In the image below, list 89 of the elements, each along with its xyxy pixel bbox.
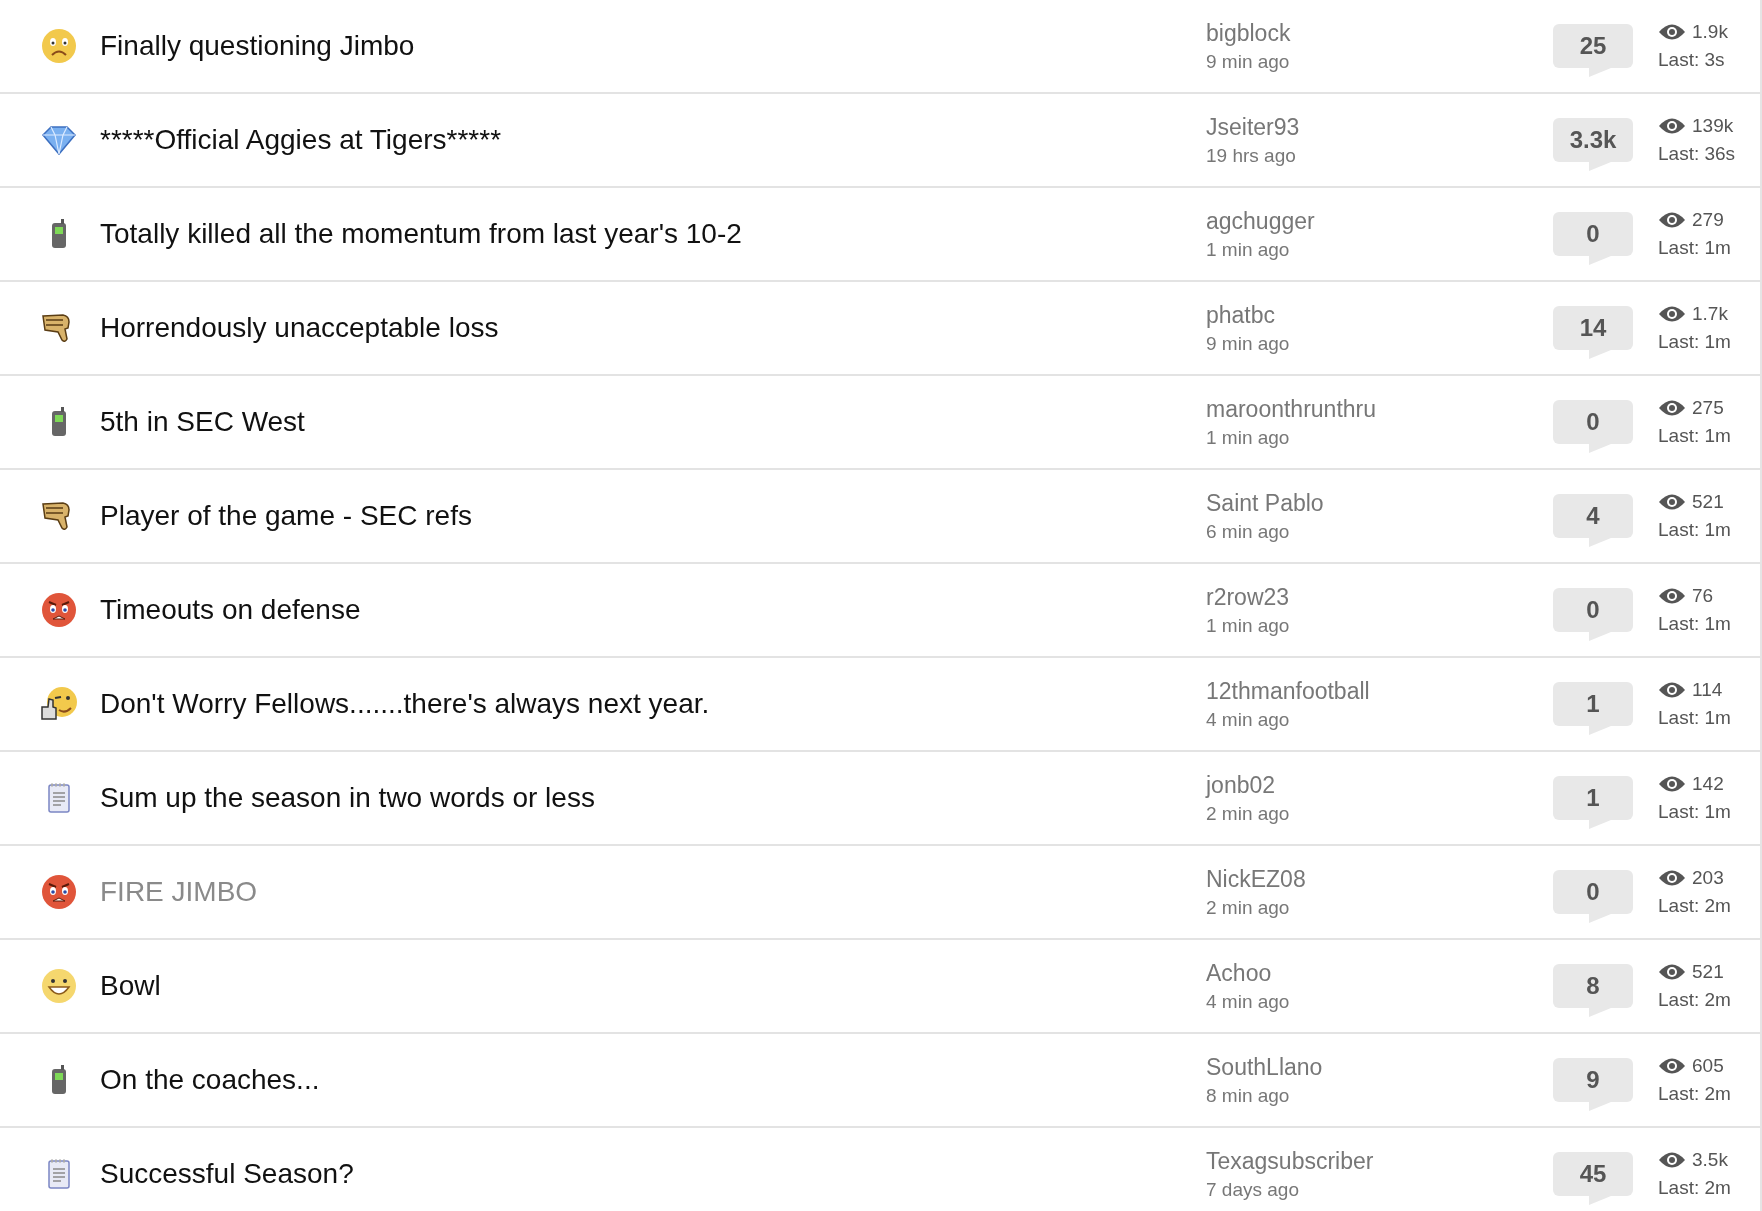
thread-title-link[interactable]: Successful Season? [100,1158,354,1189]
view-count: 1.7k [1692,301,1728,326]
view-count: 76 [1692,583,1714,608]
author-link[interactable]: maroonthrunthru [1206,394,1546,424]
smiling-face-icon [40,967,78,1005]
eye-icon [1658,774,1686,793]
thread-title-link[interactable]: On the coaches... [100,1064,320,1095]
post-age: 1 min ago [1206,237,1291,262]
eye-icon [1658,398,1686,417]
author-link[interactable]: SouthLlano [1206,1052,1546,1082]
author-link[interactable]: r2row23 [1206,582,1546,612]
eye-icon [1658,868,1686,887]
author-link[interactable]: Jseiter93 [1206,112,1546,142]
view-count: 1.9k [1692,19,1728,44]
eye-icon [1658,1150,1686,1169]
last-reply-time: Last: 1m [1658,800,1732,824]
post-age: 9 min ago [1206,331,1291,356]
author-link[interactable]: jonb02 [1206,770,1546,800]
view-count: 279 [1692,207,1724,232]
diamond-icon [41,124,77,156]
eye-icon [1658,116,1686,135]
view-count: 275 [1692,395,1724,420]
thread-title-link[interactable]: Player of the game - SEC refs [100,500,472,531]
notepad-icon [46,782,72,814]
eye-icon [1658,962,1686,981]
view-count: 521 [1692,489,1724,514]
post-age: 1 min ago [1206,613,1291,638]
post-age: 4 min ago [1206,989,1291,1014]
post-age: 6 min ago [1206,519,1291,544]
thread-title-link[interactable]: FIRE JIMBO [100,876,258,907]
eye-icon [1658,210,1686,229]
post-age: 9 min ago [1206,49,1291,74]
thread-title-link[interactable]: Bowl [100,970,161,1001]
winking-face-thumbs-up-icon [39,685,79,723]
view-count: 521 [1692,959,1724,984]
author-link[interactable]: Achoo [1206,958,1546,988]
eye-icon [1658,492,1686,511]
last-reply-time: Last: 1m [1658,330,1732,354]
eye-icon [1658,586,1686,605]
last-reply-time: Last: 1m [1658,424,1732,448]
author-link[interactable]: phatbc [1206,300,1546,330]
author-link[interactable]: Texagsubscriber [1206,1146,1546,1176]
post-age: 8 min ago [1206,1083,1291,1108]
last-reply-time: Last: 36s [1658,142,1737,166]
thread-title-link[interactable]: Sum up the season in two words or less [100,782,595,813]
author-link[interactable]: agchugger [1206,206,1546,236]
sad-face-icon [40,27,78,65]
author-link[interactable]: 12thmanfootball [1206,676,1546,706]
angry-face-icon [40,873,78,911]
post-age: 4 min ago [1206,707,1291,732]
last-reply-time: Last: 2m [1658,1176,1732,1200]
thread-title-link[interactable]: Totally killed all the momentum from last year's 10-2 [100,218,742,249]
post-age: 19 hrs ago [1206,143,1297,168]
eye-icon [1658,680,1686,699]
view-count: 203 [1692,865,1724,890]
thread-title-link[interactable]: 5th in SEC West [100,406,305,437]
view-count: 114 [1692,677,1723,702]
mobile-phone-icon [50,1065,68,1095]
mobile-phone-icon [50,407,68,437]
post-age: 1 min ago [1206,425,1291,450]
eye-icon [1658,1056,1686,1075]
author-link[interactable]: NickEZ08 [1206,864,1546,894]
mobile-phone-icon [50,219,68,249]
last-reply-time: Last: 1m [1658,518,1732,542]
thread-title-link[interactable]: Horrendously unacceptable loss [100,312,499,343]
author-link[interactable]: bigblock [1206,18,1546,48]
last-reply-time: Last: 1m [1658,236,1732,260]
last-reply-time: Last: 2m [1658,1082,1732,1106]
last-reply-time: Last: 2m [1658,988,1732,1012]
notepad-icon [46,1158,72,1190]
post-age: 2 min ago [1206,801,1291,826]
last-reply-time: Last: 1m [1658,706,1732,730]
last-reply-time: Last: 2m [1658,894,1732,918]
view-count: 3.5k [1692,1147,1728,1172]
post-age: 7 days ago [1206,1177,1300,1202]
thread-title-link[interactable]: *****Official Aggies at Tigers***** [100,124,502,155]
last-reply-time: Last: 1m [1658,612,1732,636]
last-reply-time: Last: 3s [1658,48,1726,72]
view-count: 605 [1692,1053,1724,1078]
angry-face-icon [40,591,78,629]
thread-title-link[interactable]: Timeouts on defense [100,594,361,625]
eye-icon [1658,22,1686,41]
eye-icon [1658,304,1686,323]
view-count: 142 [1692,771,1724,796]
post-age: 2 min ago [1206,895,1291,920]
thread-title-link[interactable]: Finally questioning Jimbo [100,30,415,61]
view-count: 139k [1692,113,1734,138]
thread-title-link[interactable]: Don't Worry Fellows.......there's always next year. [100,688,710,719]
author-link[interactable]: Saint Pablo [1206,488,1546,518]
